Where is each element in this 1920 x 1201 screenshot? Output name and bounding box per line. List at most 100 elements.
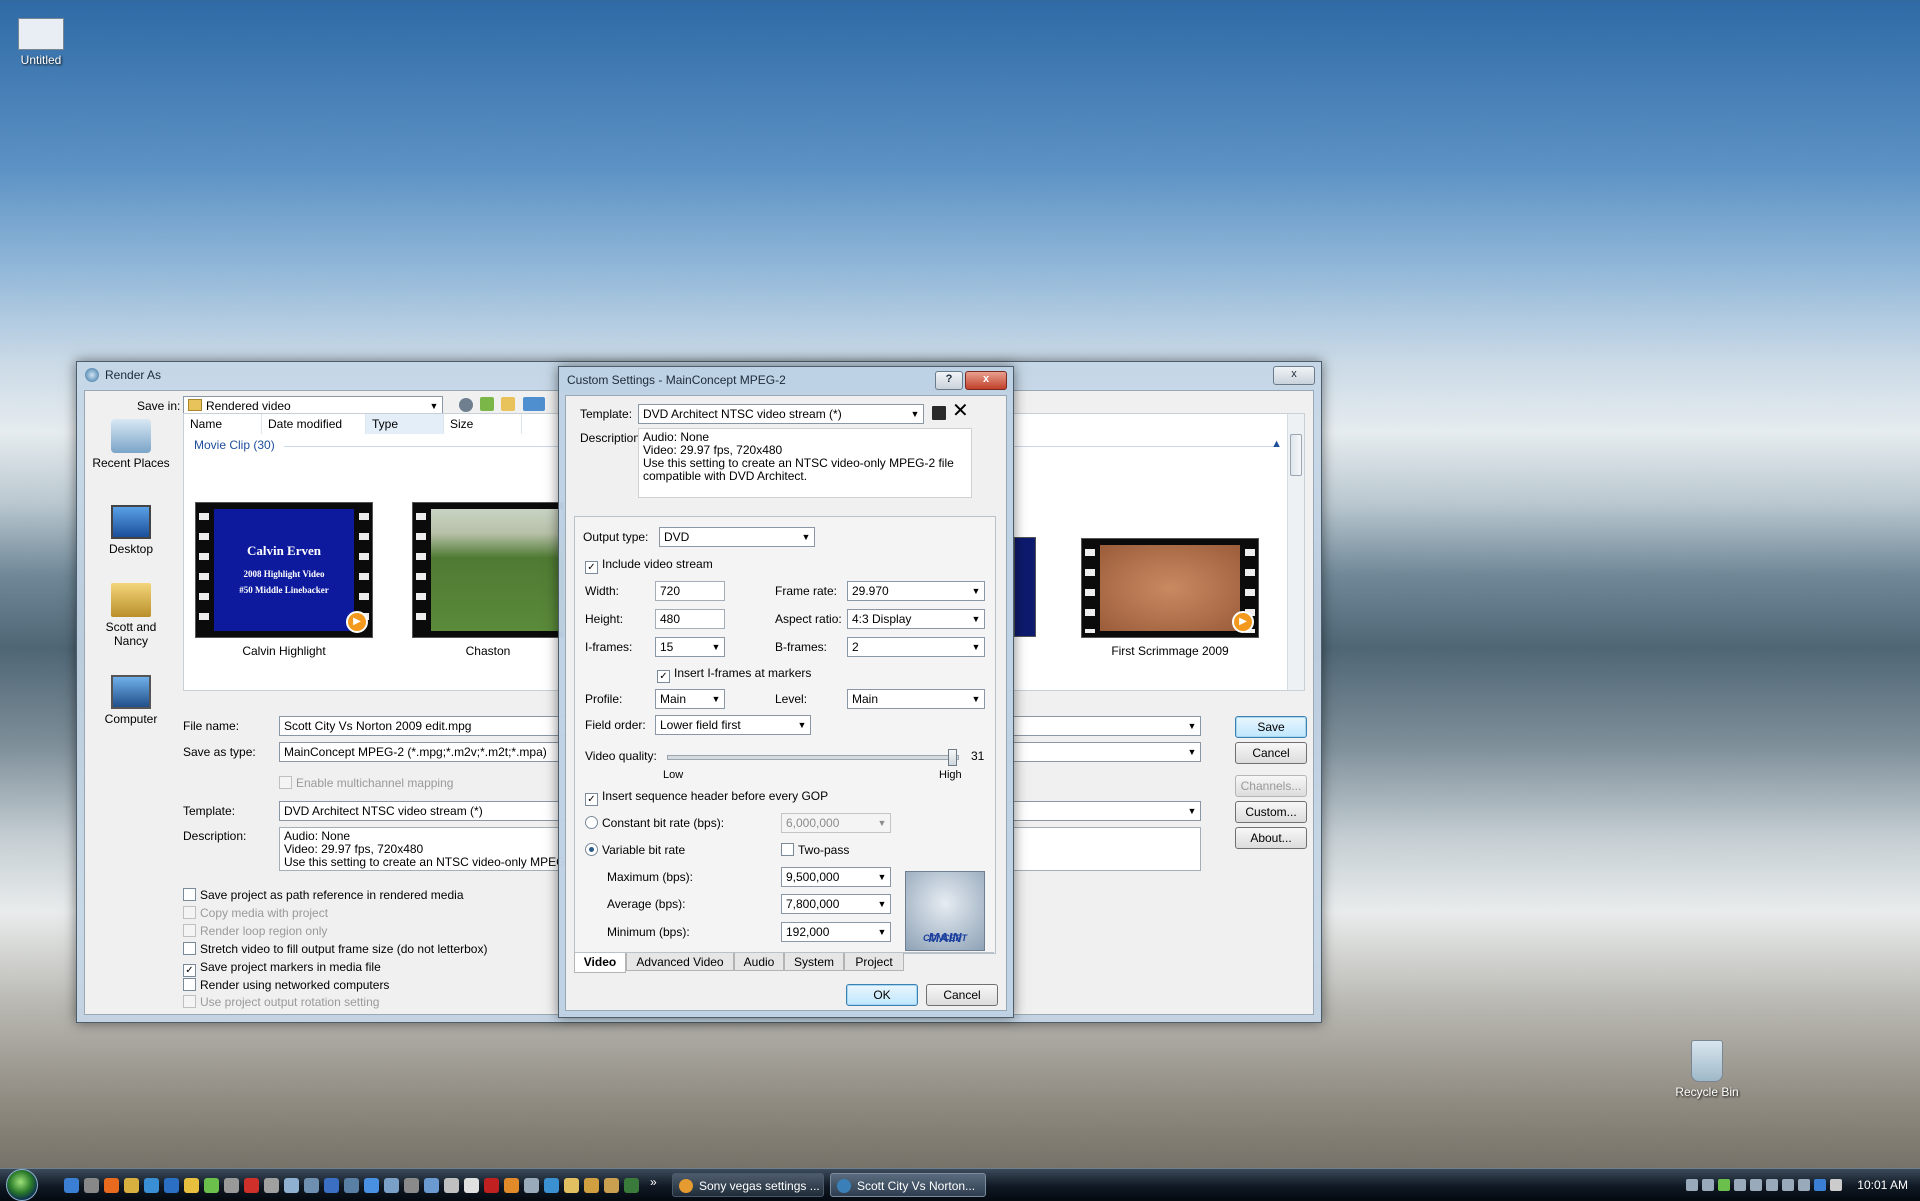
desktop-icon-recycle-bin[interactable]: Recycle Bin <box>1672 1040 1742 1099</box>
insert-sequence-header-checkbox[interactable]: ✓ Insert sequence header before every GOP <box>585 789 828 806</box>
tray-icon[interactable] <box>1702 1179 1714 1191</box>
quick-launch-icon[interactable] <box>364 1178 379 1193</box>
volume-icon[interactable] <box>1830 1179 1842 1191</box>
tray-icon[interactable] <box>1734 1179 1746 1191</box>
quick-launch-icon[interactable] <box>424 1178 439 1193</box>
variable-bitrate-radio[interactable]: Variable bit rate <box>585 843 685 857</box>
height-input[interactable]: 480 <box>655 609 725 629</box>
checkbox-project-output-rotation[interactable]: Use project output rotation setting <box>183 995 379 1009</box>
quick-launch-icon[interactable] <box>344 1178 359 1193</box>
quick-launch-icon[interactable] <box>84 1178 99 1193</box>
tab-audio[interactable]: Audio <box>734 953 784 971</box>
quick-launch-icon[interactable] <box>124 1178 139 1193</box>
quick-launch-icon[interactable] <box>444 1178 459 1193</box>
tab-system[interactable]: System <box>784 953 844 971</box>
iframes-select[interactable]: 15 ▼ <box>655 637 725 657</box>
quick-launch-icon[interactable] <box>164 1178 179 1193</box>
new-folder-icon[interactable] <box>501 397 515 411</box>
collapse-group-icon[interactable]: ▲ <box>1271 438 1282 450</box>
quick-launch-icon[interactable] <box>604 1178 619 1193</box>
two-pass-checkbox[interactable]: Two-pass <box>781 843 849 857</box>
bframes-select[interactable]: 2 ▼ <box>847 637 985 657</box>
ie-icon[interactable] <box>64 1178 79 1193</box>
taskbar-clock[interactable]: 10:01 AM <box>1857 1178 1908 1192</box>
taskbar-item-vegas[interactable]: Scott City Vs Norton... <box>830 1173 986 1197</box>
save-button[interactable]: Save <box>1235 716 1307 738</box>
custom-settings-titlebar[interactable]: Custom Settings - MainConcept MPEG-2 ? x <box>559 367 1013 393</box>
about-button[interactable]: About... <box>1235 827 1307 849</box>
tray-icon[interactable] <box>1766 1179 1778 1191</box>
quick-launch-icon[interactable] <box>524 1178 539 1193</box>
profile-select[interactable]: Main ▼ <box>655 689 725 709</box>
constant-bitrate-radio[interactable]: Constant bit rate (bps): <box>585 816 724 830</box>
tray-icon[interactable] <box>1750 1179 1762 1191</box>
start-button[interactable] <box>6 1169 38 1201</box>
frame-rate-select[interactable]: 29.970 ▼ <box>847 581 985 601</box>
back-icon[interactable] <box>459 398 473 412</box>
level-select[interactable]: Main ▼ <box>847 689 985 709</box>
checkbox-copy-media[interactable]: Copy media with project <box>183 906 328 920</box>
quick-launch-icon[interactable] <box>544 1178 559 1193</box>
tab-video[interactable]: Video <box>574 953 626 973</box>
checkbox-stretch-video[interactable]: Stretch video to fill output frame size … <box>183 942 487 956</box>
maximum-bps-select[interactable]: 9,500,000 ▼ <box>781 867 891 887</box>
checkbox-render-loop-region[interactable]: Render loop region only <box>183 924 327 938</box>
file-thumbnail[interactable]: Calvin Erven 2008 Highlight Video #50 Mi… <box>194 502 374 658</box>
custom-button[interactable]: Custom... <box>1235 801 1307 823</box>
file-thumbnail[interactable]: Chaston <box>408 502 568 658</box>
place-computer[interactable]: Computer <box>87 675 175 726</box>
tray-icon[interactable] <box>1782 1179 1794 1191</box>
quick-launch-icon[interactable] <box>204 1178 219 1193</box>
quick-launch-icon[interactable] <box>384 1178 399 1193</box>
insert-iframes-at-markers-checkbox[interactable]: ✓ Insert I-frames at markers <box>657 666 811 683</box>
chevron-right-icon[interactable]: » <box>650 1175 657 1189</box>
quick-launch-icon[interactable] <box>184 1178 199 1193</box>
place-recent-places[interactable]: Recent Places <box>87 419 175 470</box>
cancel-button[interactable]: Cancel <box>1235 742 1307 764</box>
custom-template-select[interactable]: DVD Architect NTSC video stream (*) ▼ <box>638 404 924 424</box>
quick-launch-icon[interactable] <box>144 1178 159 1193</box>
save-template-icon[interactable] <box>932 406 946 420</box>
column-header-date-modified[interactable]: Date modified <box>262 414 366 434</box>
tray-icon[interactable] <box>1718 1179 1730 1191</box>
quick-launch-icon[interactable] <box>304 1178 319 1193</box>
quick-launch-icon[interactable] <box>224 1178 239 1193</box>
column-header-name[interactable]: Name <box>184 414 262 434</box>
quick-launch-icon[interactable] <box>504 1178 519 1193</box>
custom-settings-close-button[interactable]: x <box>965 371 1007 390</box>
checkbox-render-networked[interactable]: Render using networked computers <box>183 978 389 992</box>
place-scott-and-nancy[interactable]: Scott and Nancy <box>87 583 175 648</box>
file-list-scrollbar[interactable] <box>1287 414 1304 690</box>
average-bps-select[interactable]: 7,800,000 ▼ <box>781 894 891 914</box>
network-icon[interactable] <box>1814 1179 1826 1191</box>
width-input[interactable]: 720 <box>655 581 725 601</box>
checkbox-save-path-reference[interactable]: Save project as path reference in render… <box>183 888 464 902</box>
enable-multichannel-checkbox[interactable]: Enable multichannel mapping <box>279 776 453 790</box>
desktop-icon-untitled[interactable]: Untitled <box>6 18 76 67</box>
cancel-button[interactable]: Cancel <box>926 984 998 1006</box>
include-video-stream-checkbox[interactable]: ✓ Include video stream <box>585 557 713 574</box>
tab-project[interactable]: Project <box>844 953 904 971</box>
quick-launch-icon[interactable] <box>564 1178 579 1193</box>
group-header[interactable]: Movie Clip (30) <box>194 438 275 452</box>
tray-icon[interactable] <box>1798 1179 1810 1191</box>
quick-launch-icon[interactable] <box>464 1178 479 1193</box>
tab-advanced-video[interactable]: Advanced Video <box>626 953 734 971</box>
up-folder-icon[interactable] <box>480 397 494 411</box>
constant-bitrate-select[interactable]: 6,000,000 ▼ <box>781 813 891 833</box>
place-desktop[interactable]: Desktop <box>87 505 175 556</box>
help-button[interactable]: ? <box>935 371 963 390</box>
tray-icon[interactable] <box>1686 1179 1698 1191</box>
ok-button[interactable]: OK <box>846 984 918 1006</box>
field-order-select[interactable]: Lower field first ▼ <box>655 715 811 735</box>
channels-button[interactable]: Channels... <box>1235 775 1307 797</box>
quick-launch-icon[interactable] <box>584 1178 599 1193</box>
output-type-select[interactable]: DVD ▼ <box>659 527 815 547</box>
checkbox-save-project-markers[interactable]: ✓ Save project markers in media file <box>183 960 381 977</box>
view-menu-icon[interactable] <box>523 397 545 411</box>
taskbar-item-firefox[interactable]: Sony vegas settings ... <box>672 1173 824 1197</box>
column-header-type[interactable]: Type <box>366 414 444 434</box>
quick-launch-icon[interactable] <box>244 1178 259 1193</box>
delete-template-icon[interactable]: ✕ <box>952 401 969 421</box>
quick-launch-icon[interactable] <box>324 1178 339 1193</box>
